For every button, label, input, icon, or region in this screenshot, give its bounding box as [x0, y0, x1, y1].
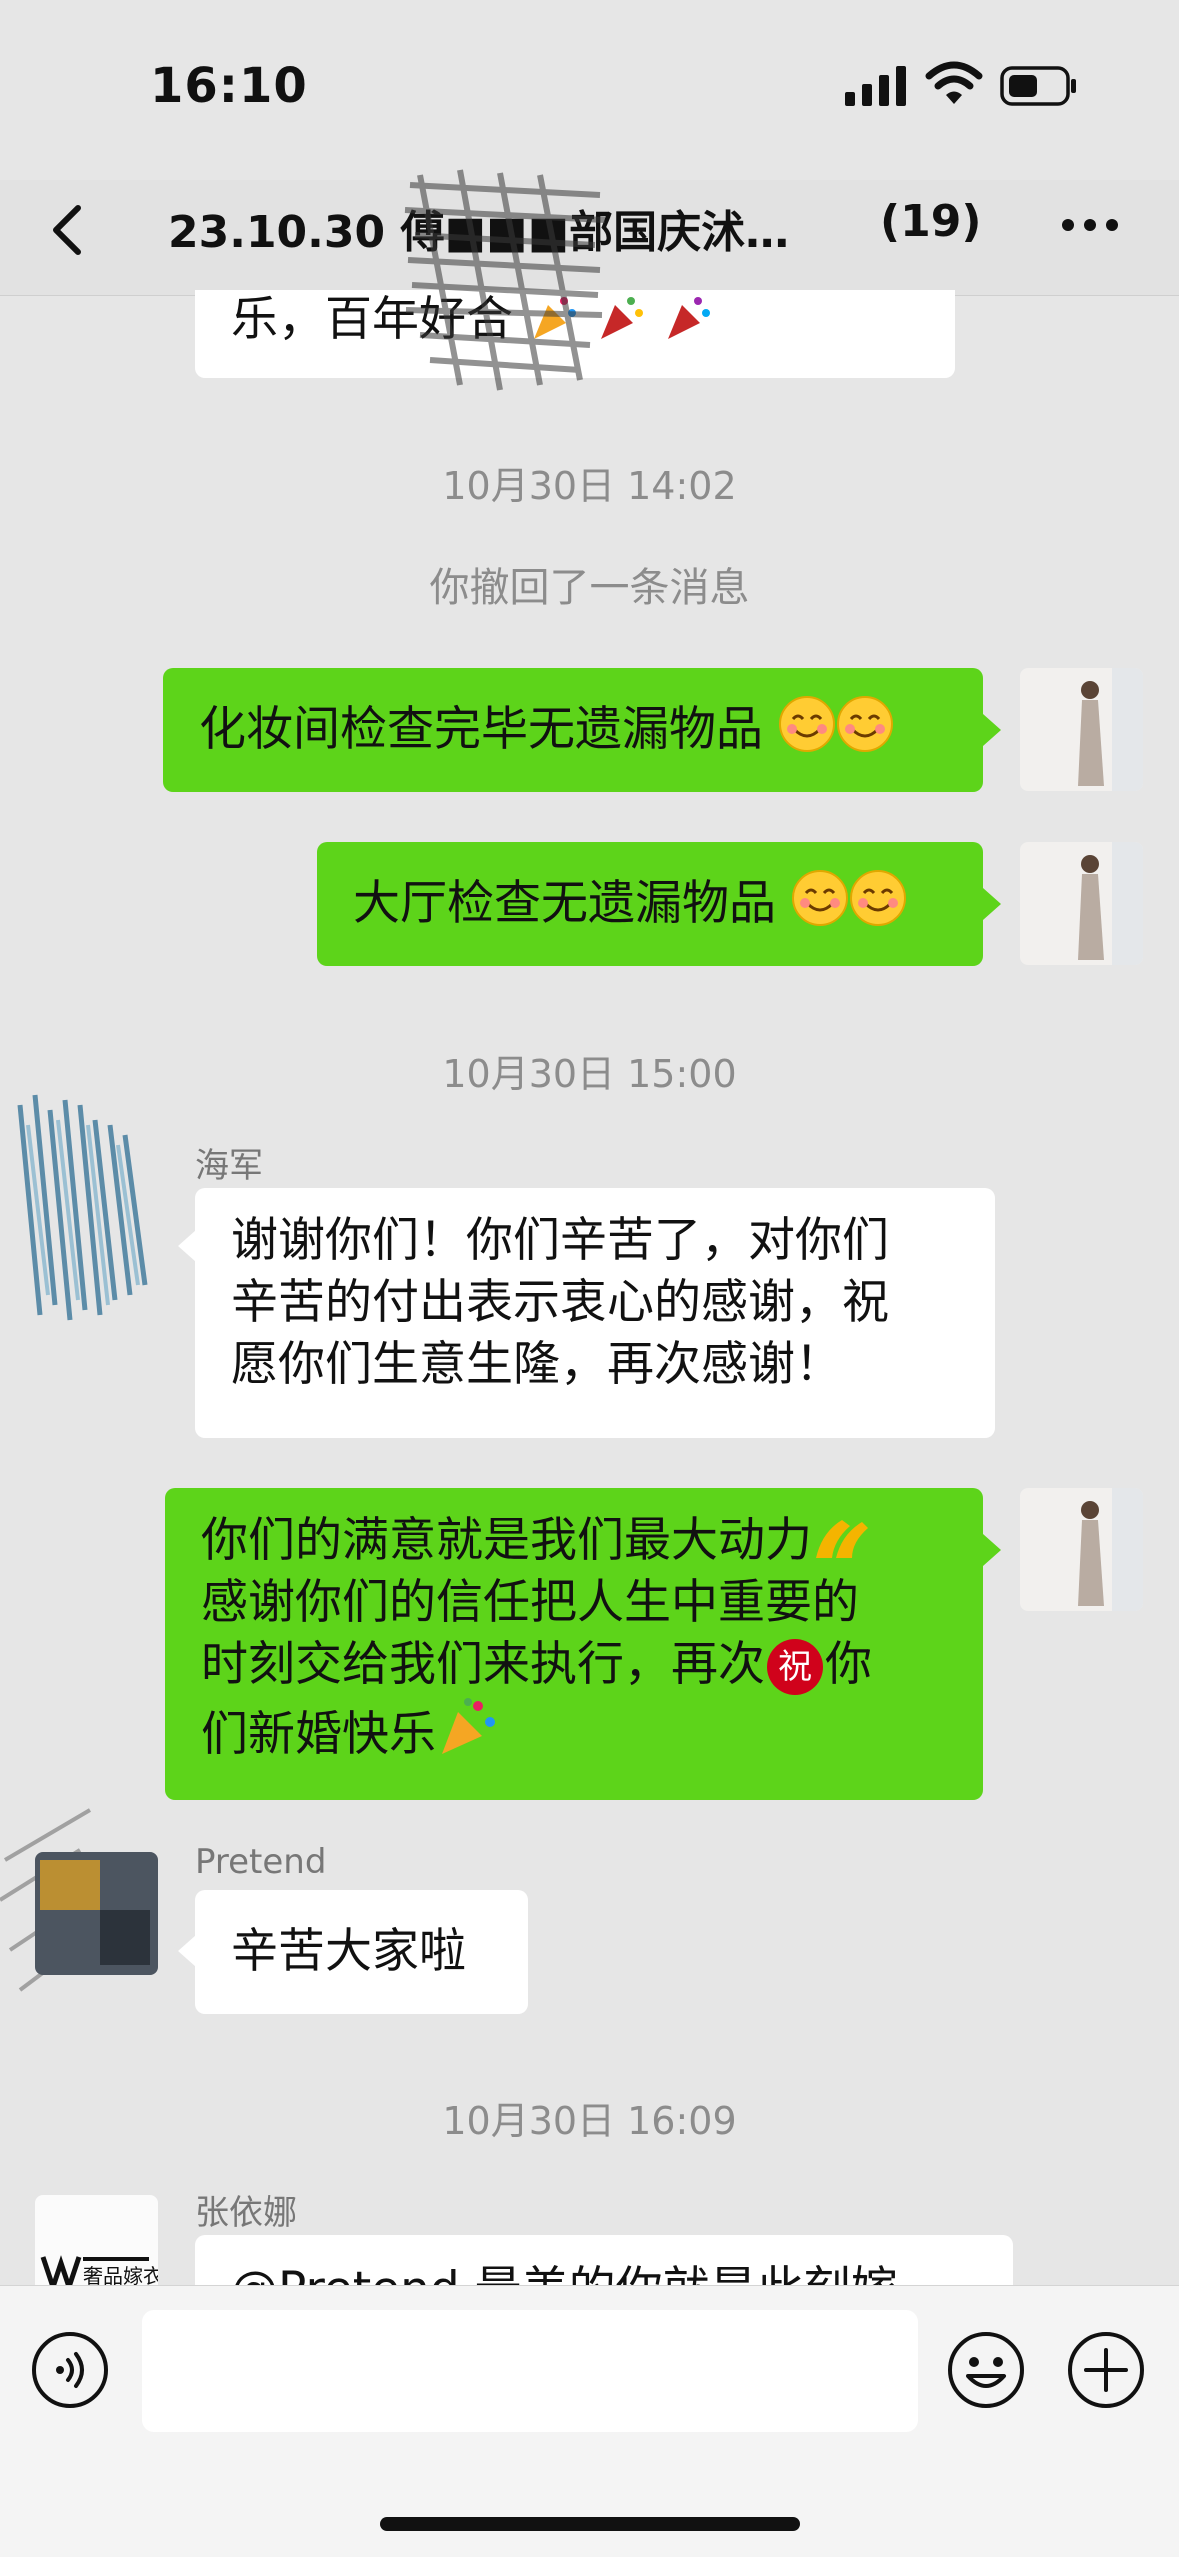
message-line: 感谢你们的信任把人生中重要的	[201, 1575, 859, 1630]
avatar-self[interactable]	[1020, 668, 1143, 791]
message-line: 辛苦的付出表示衷心的感谢，祝	[231, 1275, 889, 1330]
message-bubble-incoming[interactable]: 谢谢你们！你们辛苦了，对你们 辛苦的付出表示衷心的感谢，祝 愿你们生意生隆，再次…	[195, 1188, 995, 1438]
cellular-signal-icon	[845, 66, 906, 106]
message-input[interactable]	[142, 2310, 918, 2432]
add-icon[interactable]	[1066, 2330, 1146, 2410]
emoji-icon[interactable]	[946, 2330, 1026, 2410]
message-line: 愿你们生意生隆，再次感谢！	[231, 1337, 842, 1392]
avatar-self[interactable]	[1020, 842, 1143, 965]
redaction-scribble	[404, 169, 606, 391]
more-icon[interactable]	[1060, 205, 1120, 245]
message-bubble-outgoing[interactable]: 大厅检查无遗漏物品	[317, 842, 983, 966]
raising-hands-icon	[816, 1520, 868, 1558]
smiling-face-icon	[791, 870, 848, 926]
blessing-badge: 祝	[767, 1639, 823, 1695]
message-line: 谢谢你们！你们辛苦了，对你们	[231, 1213, 889, 1268]
message-text: 化妆间检查完毕无遗漏物品	[199, 702, 763, 757]
timestamp: 10月30日 16:09	[442, 2099, 737, 2143]
message-line: 你们的满意就是我们最大动力	[201, 1510, 947, 1572]
avatar-haijun[interactable]	[0, 1065, 170, 1345]
bubble-tail	[983, 714, 1001, 746]
smiling-face-icon	[836, 696, 893, 752]
message-text: 大厅检查无遗漏物品	[353, 876, 776, 931]
message-bubble-outgoing[interactable]: 化妆间检查完毕无遗漏物品	[163, 668, 983, 792]
status-time: 16:10	[150, 58, 308, 114]
avatar-pretend[interactable]	[0, 1790, 170, 2020]
timestamp: 10月30日 14:02	[442, 464, 737, 508]
timestamp: 10月30日 15:00	[442, 1052, 737, 1096]
message-text: @Pretend 最美的你就是此刻嫁	[231, 2262, 898, 2285]
message-line: 们新婚快乐	[201, 1696, 947, 1766]
wifi-icon	[925, 61, 983, 104]
bubble-tail	[983, 1534, 1001, 1566]
system-message-recalled: 你撤回了一条消息	[429, 565, 750, 611]
message-bubble-outgoing[interactable]: 你们的满意就是我们最大动力 感谢你们的信任把人生中重要的 时刻交给我们来执行，再…	[165, 1488, 983, 1800]
message-bubble-incoming[interactable]: 辛苦大家啦	[195, 1890, 528, 2014]
bubble-tail	[178, 1935, 196, 1967]
bubble-tail	[983, 888, 1001, 920]
avatar-self[interactable]	[1020, 1488, 1143, 1611]
message-bubble-incoming[interactable]: @Pretend 最美的你就是此刻嫁	[195, 2235, 1013, 2285]
bubble-tail	[178, 1230, 196, 1262]
home-indicator	[380, 2517, 800, 2531]
member-count: (19)	[880, 196, 982, 247]
party-popper-icon	[667, 297, 710, 339]
battery-icon	[1000, 66, 1076, 106]
party-popper-icon	[442, 1698, 495, 1754]
voice-input-icon[interactable]	[30, 2330, 110, 2410]
message-line: 时刻交给我们来执行，再次祝你	[201, 1634, 947, 1696]
sender-name: 张依娜	[195, 2193, 297, 2233]
message-text: 辛苦大家啦	[231, 1924, 466, 1979]
sender-name: 海军	[195, 1146, 263, 1186]
back-icon[interactable]	[40, 200, 100, 260]
sender-name: Pretend	[195, 1842, 327, 1882]
smiling-face-icon	[849, 870, 906, 926]
smiling-face-icon	[778, 696, 835, 752]
